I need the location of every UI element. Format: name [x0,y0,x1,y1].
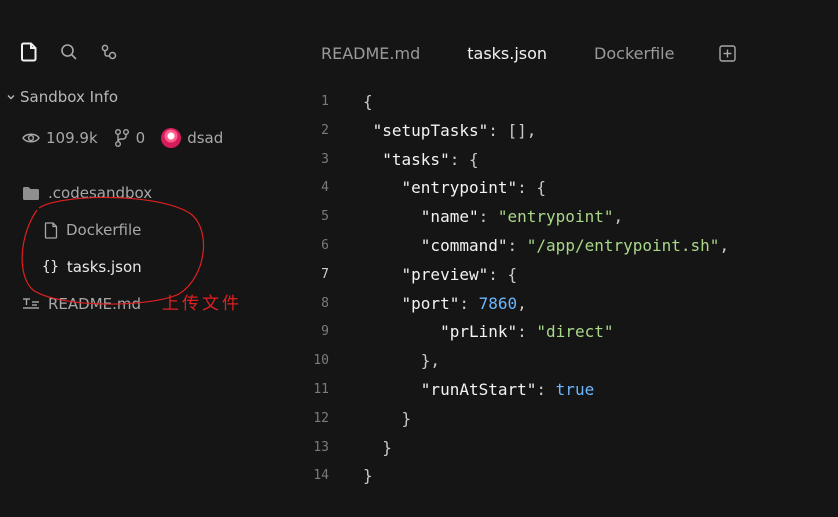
code-text: "name": "entrypoint", [420,207,624,227]
author[interactable]: dsad [161,128,223,148]
code-line[interactable]: 6 "command": "/app/entrypoint.sh", [300,232,838,261]
tree-file-tasks-json[interactable]: {} tasks.json [42,258,142,276]
code-editor[interactable]: 1{2 "setupTasks": [], 3 "tasks": {4 "entr… [300,88,838,491]
tree-file-dockerfile[interactable]: Dockerfile [44,221,141,239]
code-line[interactable]: 2 "setupTasks": [], [300,117,838,146]
code-text: } [363,466,373,486]
line-number: 10 [313,353,329,369]
code-line[interactable]: 8 "port": 7860, [300,290,838,319]
tab-tasks-json[interactable]: tasks.json [467,44,547,63]
line-number: 6 [321,237,329,253]
line-number: 14 [313,468,329,484]
tree-item-label: .codesandbox [48,184,153,202]
line-number: 5 [321,209,329,225]
sandbox-info-header[interactable]: Sandbox Info [6,88,118,106]
code-line[interactable]: 13 } [300,434,838,463]
line-number: 9 [321,324,329,340]
sidebar-toolbar [20,40,118,64]
forks-count: 0 [135,129,146,147]
line-number: 8 [321,295,329,311]
eye-icon [22,131,40,145]
file-icon[interactable] [20,42,38,62]
add-tab-icon[interactable] [719,44,737,62]
line-number: 12 [313,410,329,426]
code-text: "setupTasks": [], [372,120,537,140]
chevron-down-icon [6,92,16,102]
forks-stat: 0 [114,128,146,148]
tab-readme[interactable]: README.md [321,44,420,63]
line-number: 7 [321,266,329,282]
git-graph-icon[interactable] [100,43,118,61]
line-number: 13 [313,439,329,455]
code-text: { [363,92,373,111]
code-text: "tasks": { [382,149,479,169]
code-line[interactable]: 9 "prLink": "direct" [300,318,838,347]
editor-tabs: README.md tasks.json Dockerfile [321,41,737,65]
git-fork-icon [114,128,130,148]
code-line[interactable]: 11 "runAtStart": true [300,376,838,405]
code-text: "runAtStart": true [420,379,595,399]
sandbox-stats: 109.9k 0 dsad [22,128,239,148]
markdown-icon [22,297,40,311]
views-count: 109.9k [46,129,98,147]
code-line[interactable]: 3 "tasks": { [300,146,838,175]
code-text: "preview": { [401,264,518,284]
tree-file-readme[interactable]: README.md [22,295,141,313]
tree-folder-codesandbox[interactable]: .codesandbox [22,184,152,202]
code-line[interactable]: 14} [300,462,838,491]
line-number: 11 [313,381,329,397]
code-line[interactable]: 10 }, [300,347,838,376]
braces-icon: {} [42,259,59,275]
code-text: "port": 7860, [401,293,527,313]
line-number: 3 [321,151,329,167]
views-stat: 109.9k [22,129,98,147]
tree-item-label: README.md [48,295,142,313]
tree-item-label: Dockerfile [66,221,142,239]
code-line[interactable]: 12 } [300,405,838,434]
line-number: 2 [321,122,329,138]
folder-icon [22,186,40,201]
code-line[interactable]: 1{ [300,88,838,117]
code-text: "command": "/app/entrypoint.sh", [420,235,730,255]
code-line[interactable]: 4 "entrypoint": { [300,174,838,203]
username: dsad [187,129,224,147]
line-number: 1 [321,94,329,109]
code-line[interactable]: 5 "name": "entrypoint", [300,203,838,232]
line-number: 4 [321,180,329,196]
code-text: }, [363,351,441,371]
annotation-label: 上传文件 [162,294,242,314]
code-text: } [363,437,392,457]
code-text: "entrypoint": { [401,178,547,198]
code-line[interactable]: 7 "preview": { [300,261,838,290]
tree-item-label: tasks.json [66,258,142,276]
section-title: Sandbox Info [20,88,119,106]
code-editor-window: Sandbox Info 109.9k 0 dsad .codesandbox … [0,0,838,517]
avatar [161,128,182,148]
tab-dockerfile[interactable]: Dockerfile [594,44,674,63]
search-icon[interactable] [60,43,78,61]
code-text: } [363,408,412,428]
file-icon [44,221,58,239]
code-text: "prLink": "direct" [440,322,614,342]
